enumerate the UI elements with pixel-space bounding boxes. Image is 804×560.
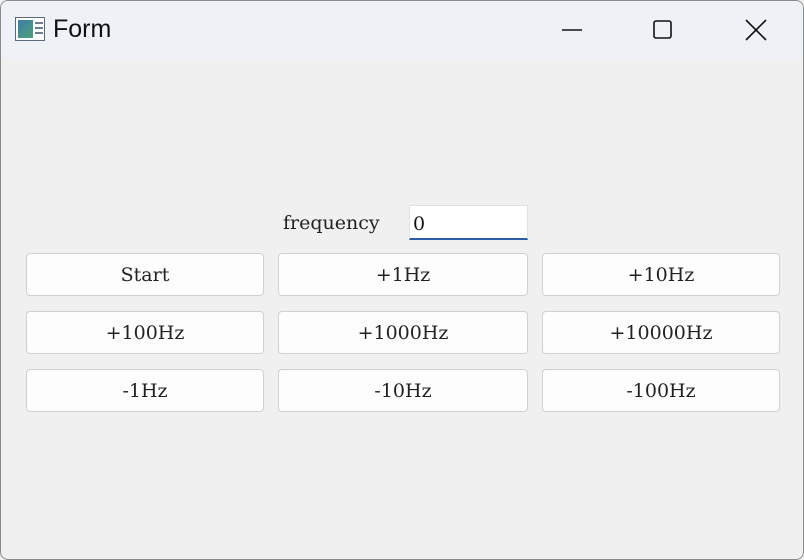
plus-1000hz-button[interactable]: +1000Hz	[278, 311, 528, 354]
start-button[interactable]: Start	[26, 253, 264, 296]
close-icon	[745, 19, 767, 41]
frequency-label: frequency	[283, 212, 380, 234]
minimize-button[interactable]	[526, 1, 618, 58]
minus-100hz-button[interactable]: -100Hz	[542, 369, 780, 412]
minus-10hz-button[interactable]: -10Hz	[278, 369, 528, 412]
frequency-input[interactable]	[409, 205, 528, 240]
minimize-icon	[562, 29, 582, 31]
title-bar[interactable]: Form	[1, 1, 803, 58]
plus-1hz-button[interactable]: +1Hz	[278, 253, 528, 296]
maximize-icon	[653, 20, 672, 39]
window-title: Form	[53, 15, 112, 43]
plus-10000hz-button[interactable]: +10000Hz	[542, 311, 780, 354]
plus-10hz-button[interactable]: +10Hz	[542, 253, 780, 296]
app-icon	[15, 17, 45, 41]
form-window: Form frequency Start +1Hz +10Hz +100Hz +…	[0, 0, 804, 560]
maximize-button[interactable]	[616, 1, 708, 58]
close-button[interactable]	[710, 1, 802, 58]
plus-100hz-button[interactable]: +100Hz	[26, 311, 264, 354]
minus-1hz-button[interactable]: -1Hz	[26, 369, 264, 412]
